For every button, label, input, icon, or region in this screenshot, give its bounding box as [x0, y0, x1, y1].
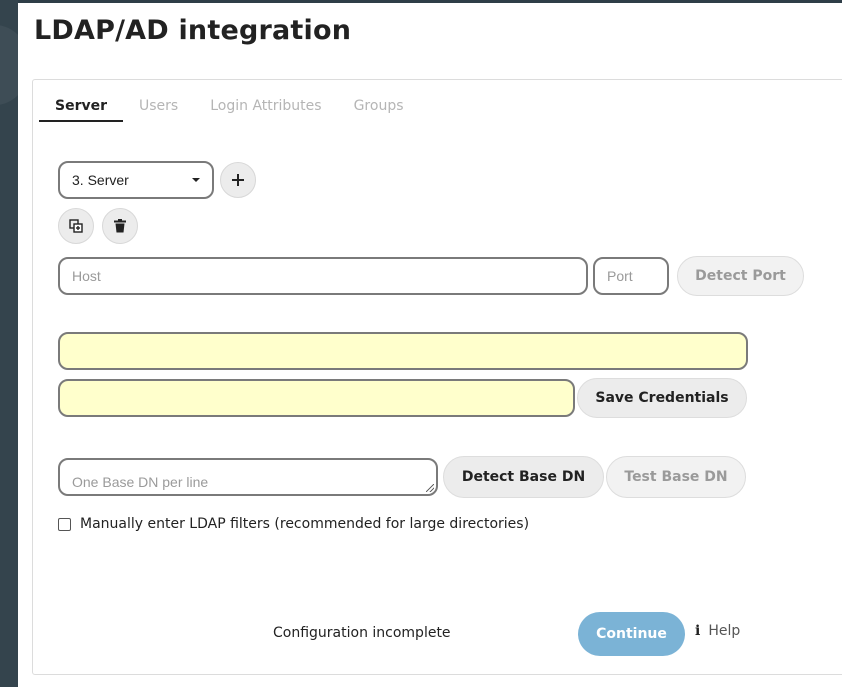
host-input[interactable]	[58, 257, 588, 295]
add-server-config-button[interactable]	[220, 162, 256, 198]
server-config-select[interactable]: 3. Server	[58, 161, 214, 199]
save-credentials-button[interactable]: Save Credentials	[577, 378, 747, 418]
resize-grip-icon[interactable]	[426, 484, 434, 492]
app-navigation-background	[0, 0, 30, 687]
continue-button[interactable]: Continue	[578, 612, 685, 656]
base-dn-placeholder: One Base DN per line	[72, 474, 209, 490]
manual-filters-option[interactable]: Manually enter LDAP filters (recommended…	[58, 516, 529, 532]
tab-groups[interactable]: Groups	[338, 92, 420, 122]
detect-base-dn-button[interactable]: Detect Base DN	[443, 456, 604, 498]
ldap-config-card: Server Users Login Attributes Groups 3. …	[32, 79, 842, 675]
settings-panel: LDAP/AD integration Server Users Login A…	[18, 3, 842, 687]
plus-icon	[232, 174, 244, 186]
help-link[interactable]: i Help	[695, 623, 740, 639]
tab-login-attributes[interactable]: Login Attributes	[194, 92, 337, 122]
tab-users[interactable]: Users	[123, 92, 194, 122]
trash-icon	[114, 219, 126, 233]
port-input[interactable]	[593, 257, 669, 295]
configuration-status: Configuration incomplete	[273, 625, 451, 641]
user-dn-input[interactable]	[58, 332, 748, 370]
help-label[interactable]: Help	[708, 623, 740, 639]
config-tabs: Server Users Login Attributes Groups	[39, 92, 420, 124]
detect-port-button[interactable]: Detect Port	[677, 256, 804, 296]
info-icon: i	[695, 623, 701, 639]
tab-server[interactable]: Server	[39, 92, 124, 122]
delete-server-config-button[interactable]	[102, 208, 138, 244]
base-dn-textarea[interactable]: One Base DN per line	[58, 458, 438, 496]
server-config-select-value: 3. Server	[72, 172, 129, 188]
copy-config-icon	[69, 219, 83, 233]
caret-down-icon	[192, 178, 200, 182]
test-base-dn-button[interactable]: Test Base DN	[606, 456, 746, 498]
copy-server-config-button[interactable]	[58, 208, 94, 244]
manual-filters-checkbox[interactable]	[58, 517, 71, 531]
page-title: LDAP/AD integration	[34, 15, 352, 46]
password-input[interactable]	[58, 379, 575, 417]
manual-filters-label[interactable]: Manually enter LDAP filters (recommended…	[80, 516, 529, 532]
